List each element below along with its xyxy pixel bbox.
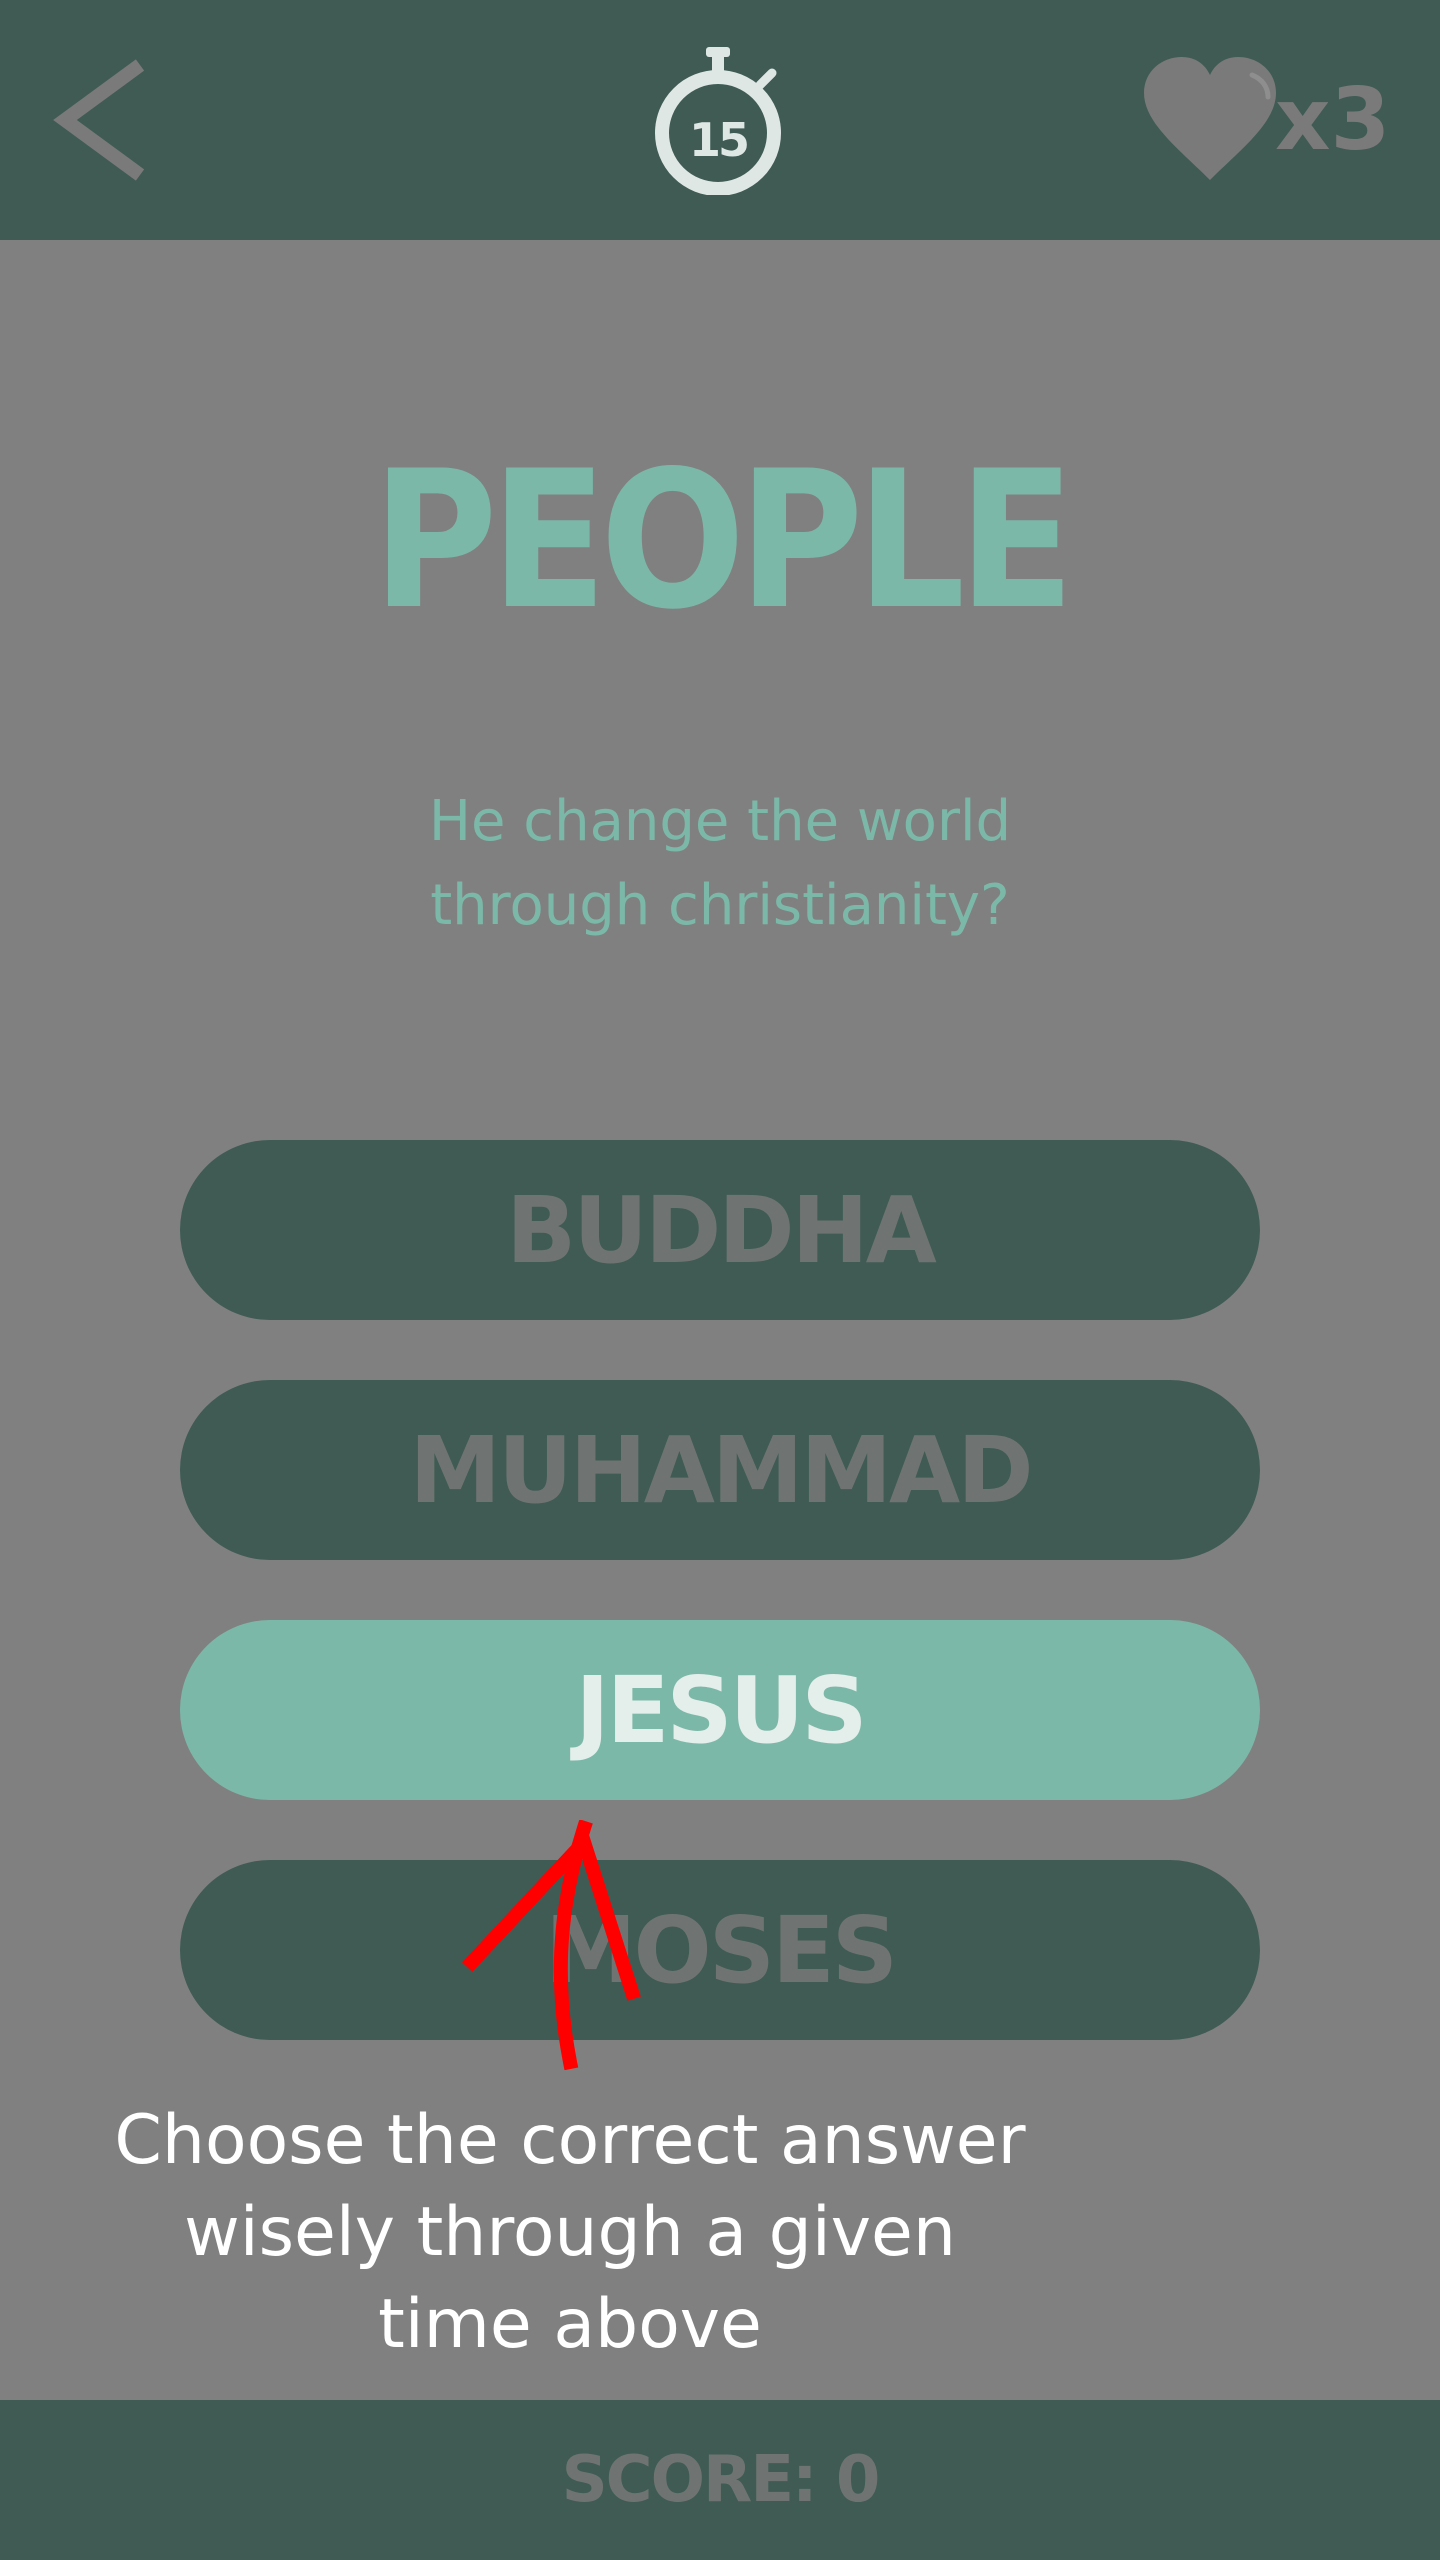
timer-seconds: 15 [688, 113, 750, 167]
top-bar: 15 x3 [0, 0, 1440, 240]
hint-line-2: wisely through a given [184, 2193, 956, 2272]
category-title: PEOPLE [372, 430, 1075, 651]
score-label: SCORE: 0 [561, 2443, 881, 2517]
answer-button-jesus[interactable]: JESUS [180, 1620, 1260, 1800]
answer-button-muhammad[interactable]: MUHAMMAD [180, 1380, 1260, 1560]
hint-line-3: time above [378, 2285, 762, 2364]
question-line-1: He change the world [428, 789, 1012, 854]
question-text: He change the world through christianity… [320, 780, 1120, 948]
lives-indicator: x3 [1140, 55, 1400, 185]
answer-button-moses[interactable]: MOSES [180, 1860, 1260, 2040]
hint-line-1: Choose the correct answer [114, 2101, 1026, 2180]
question-line-2: through christianity? [430, 873, 1010, 938]
tutorial-hint: Choose the correct answer wisely through… [100, 2095, 1040, 2371]
bottom-bar: SCORE: 0 [0, 2400, 1440, 2560]
chevron-left-icon [53, 59, 145, 181]
answer-button-buddha[interactable]: BUDDHA [180, 1140, 1260, 1320]
lives-count: x3 [1275, 70, 1391, 170]
heart-icon [1144, 57, 1276, 180]
back-button[interactable] [50, 55, 160, 185]
timer: 15 [648, 45, 788, 196]
